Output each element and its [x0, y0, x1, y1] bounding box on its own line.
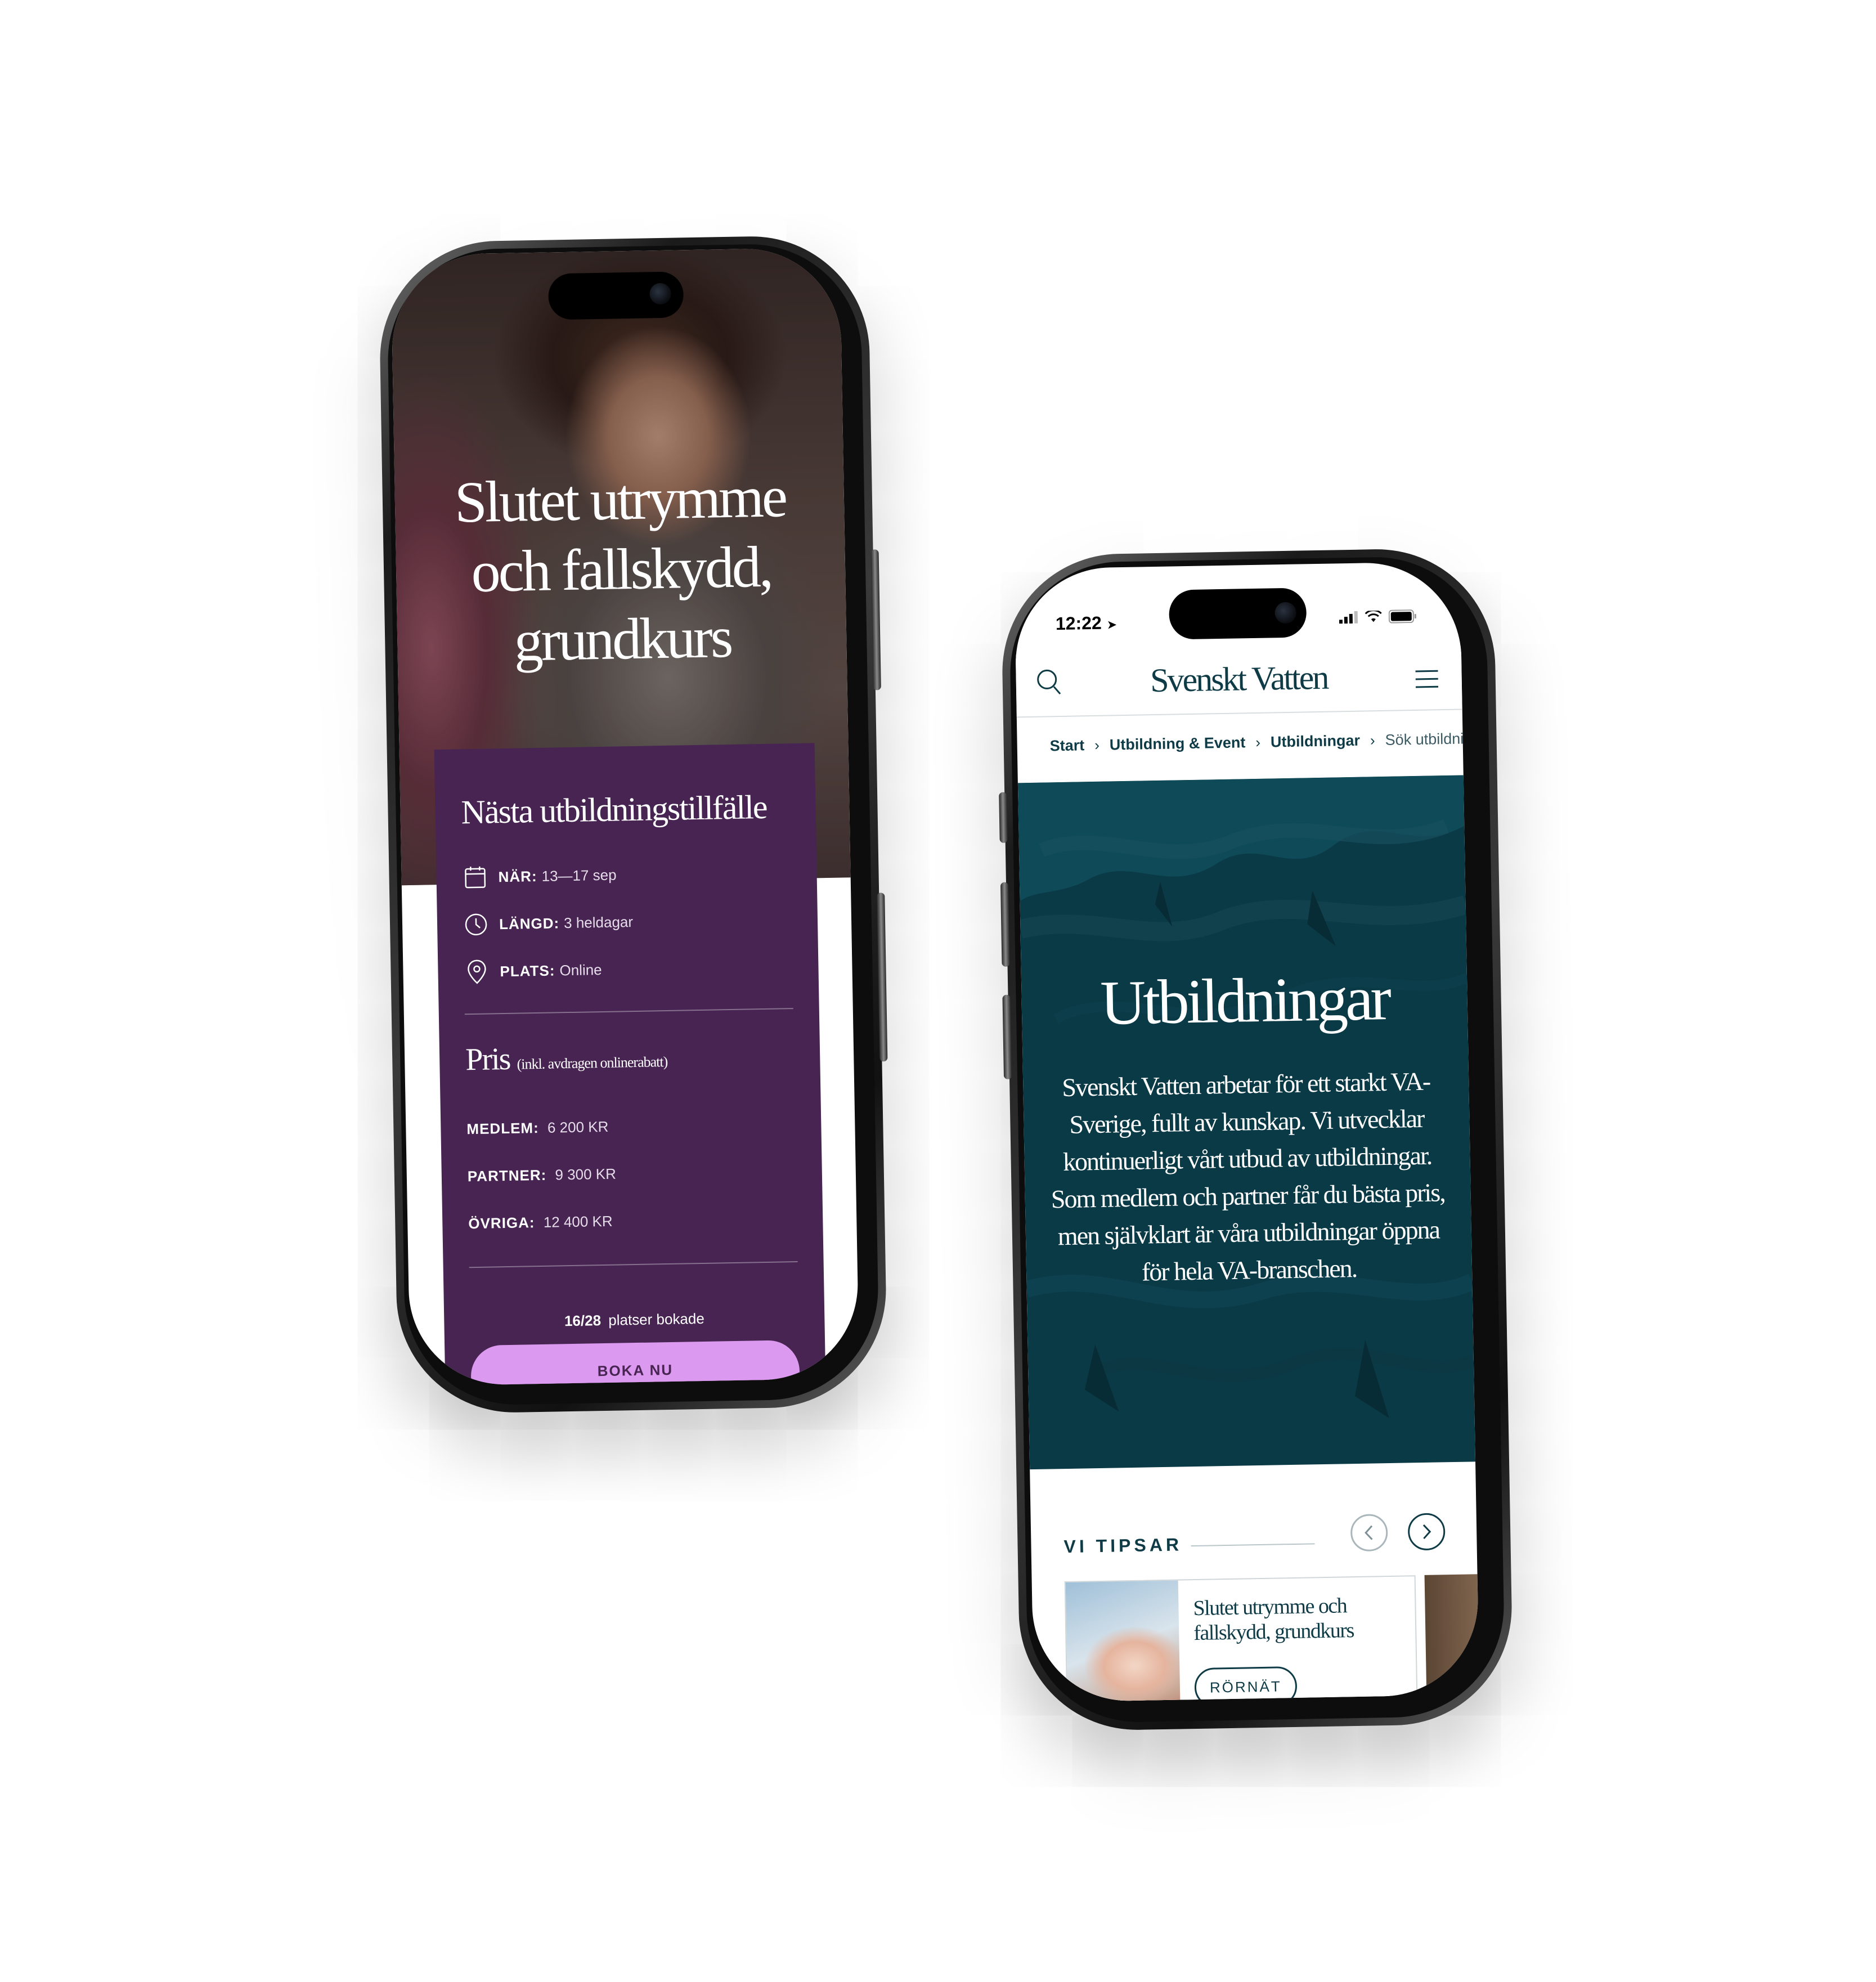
info-value: Online [559, 961, 602, 979]
tip-card-image [1065, 1580, 1181, 1703]
price-heading: Pris (inkl. avdragen onlinerabatt) [465, 1038, 668, 1078]
divider [464, 1008, 793, 1015]
calendar-icon [462, 864, 488, 891]
carousel-prev-button[interactable] [1350, 1514, 1388, 1552]
breadcrumb: Start › Utbildning & Event › Utbildninga… [1049, 730, 1466, 755]
wifi-icon [1365, 610, 1382, 622]
clock-icon [463, 911, 490, 938]
price-other: ÖVRIGA: 12 400 KR [468, 1213, 613, 1232]
dynamic-island [547, 271, 684, 320]
signal-icon [1339, 611, 1358, 624]
price-value: 6 200 KR [547, 1118, 609, 1136]
dynamic-island [1168, 588, 1307, 640]
info-label: PLATS: [500, 961, 555, 980]
price-label: ÖVRIGA: [468, 1214, 535, 1232]
chevron-right-icon: › [1255, 733, 1261, 751]
price-title: Pris [465, 1041, 510, 1078]
phone-right: 12:22 ➤ Svenskt Vatten Start › Utbildnin… [999, 547, 1514, 1732]
volume-button [870, 549, 881, 690]
card-title: Nästa utbildningstillfälle [460, 788, 767, 831]
divider [1191, 1543, 1315, 1547]
booked-status: 16/28 platser bokade [444, 1308, 824, 1332]
site-header: Svenskt Vatten [1015, 645, 1462, 718]
info-value: 3 heldagar [563, 913, 634, 931]
info-label: LÄNGD: [499, 914, 560, 932]
camera-icon [649, 282, 671, 305]
phone-left: Slutet utrymme och fallskydd, grundkurs … [378, 234, 888, 1415]
price-value: 9 300 KR [555, 1165, 617, 1183]
price-label: PARTNER: [467, 1166, 547, 1185]
status-icons [1339, 609, 1417, 624]
location-arrow-icon: ➤ [1106, 617, 1117, 632]
price-subtitle: (inkl. avdragen onlinerabatt) [517, 1053, 668, 1073]
menu-icon[interactable] [1414, 667, 1439, 693]
chevron-right-icon: › [1094, 736, 1100, 754]
info-place: PLATS: Online [464, 953, 602, 989]
breadcrumb-trainings[interactable]: Utbildningar [1271, 732, 1361, 751]
price-value: 12 400 KR [543, 1212, 613, 1231]
screen-course-detail: Slutet utrymme och fallskydd, grundkurs … [391, 247, 860, 1387]
course-title-line: och fallskydd, [470, 534, 772, 604]
price-partner: PARTNER: 9 300 KR [468, 1165, 617, 1186]
tip-card-title[interactable]: Slutet utrymme och fallskydd, grundkurs [1193, 1592, 1407, 1645]
breadcrumb-education-events[interactable]: Utbildning & Event [1110, 734, 1246, 754]
chevron-right-icon [1422, 1524, 1431, 1539]
course-title-line: Slutet utrymme [454, 464, 786, 535]
camera-icon [1274, 602, 1297, 624]
next-tip-card-peek[interactable] [1424, 1573, 1480, 1703]
tips-heading: VI TIPSAR [1063, 1534, 1183, 1557]
course-title: Slutet utrymme och fallskydd, grundkurs [428, 461, 814, 678]
status-time: 12:22 ➤ [1056, 612, 1117, 634]
volume-down-button [1002, 994, 1012, 1079]
info-when: NÄR: 13—17 sep [462, 858, 617, 895]
price-member: MEDLEM: 6 200 KR [466, 1118, 608, 1138]
divider [469, 1261, 798, 1268]
volume-up-button [1000, 882, 1010, 967]
tip-card-tag[interactable]: RÖRNÄT [1194, 1666, 1298, 1703]
carousel-next-button[interactable] [1407, 1513, 1446, 1551]
action-button [999, 792, 1008, 843]
booked-text: platser bokade [608, 1310, 705, 1329]
chevron-left-icon [1365, 1525, 1373, 1540]
course-title-line: grundkurs [513, 604, 732, 674]
breadcrumb-search-training: Sök utbildning [1385, 730, 1466, 748]
info-label: NÄR: [498, 867, 537, 885]
next-session-card: Nästa utbildningstillfälle NÄR: 13—17 se… [434, 743, 827, 1387]
breadcrumb-start[interactable]: Start [1049, 737, 1084, 755]
tip-card[interactable]: Slutet utrymme och fallskydd, grundkurs … [1064, 1575, 1419, 1703]
trainings-hero: Utbildningar Svenskt Vatten arbetar för … [1017, 775, 1476, 1470]
info-value: 13—17 sep [541, 866, 617, 885]
location-pin-icon [464, 958, 490, 985]
status-time-text: 12:22 [1055, 612, 1102, 634]
booked-count: 16/28 [564, 1312, 602, 1330]
info-length: LÄNGD: 3 heldagar [463, 905, 634, 941]
page-title: Utbildningar [1099, 963, 1389, 1038]
page-intro: Svenskt Vatten arbetar för ett starkt VA… [1051, 1066, 1446, 1286]
screen-trainings: 12:22 ➤ Svenskt Vatten Start › Utbildnin… [1014, 561, 1480, 1703]
chevron-right-icon: › [1370, 732, 1375, 749]
battery-icon [1388, 609, 1416, 624]
price-label: MEDLEM: [466, 1119, 539, 1138]
side-button [877, 893, 888, 1062]
book-now-button[interactable]: BOKA NU [470, 1339, 800, 1387]
site-logo[interactable]: Svenskt Vatten [1016, 656, 1462, 703]
